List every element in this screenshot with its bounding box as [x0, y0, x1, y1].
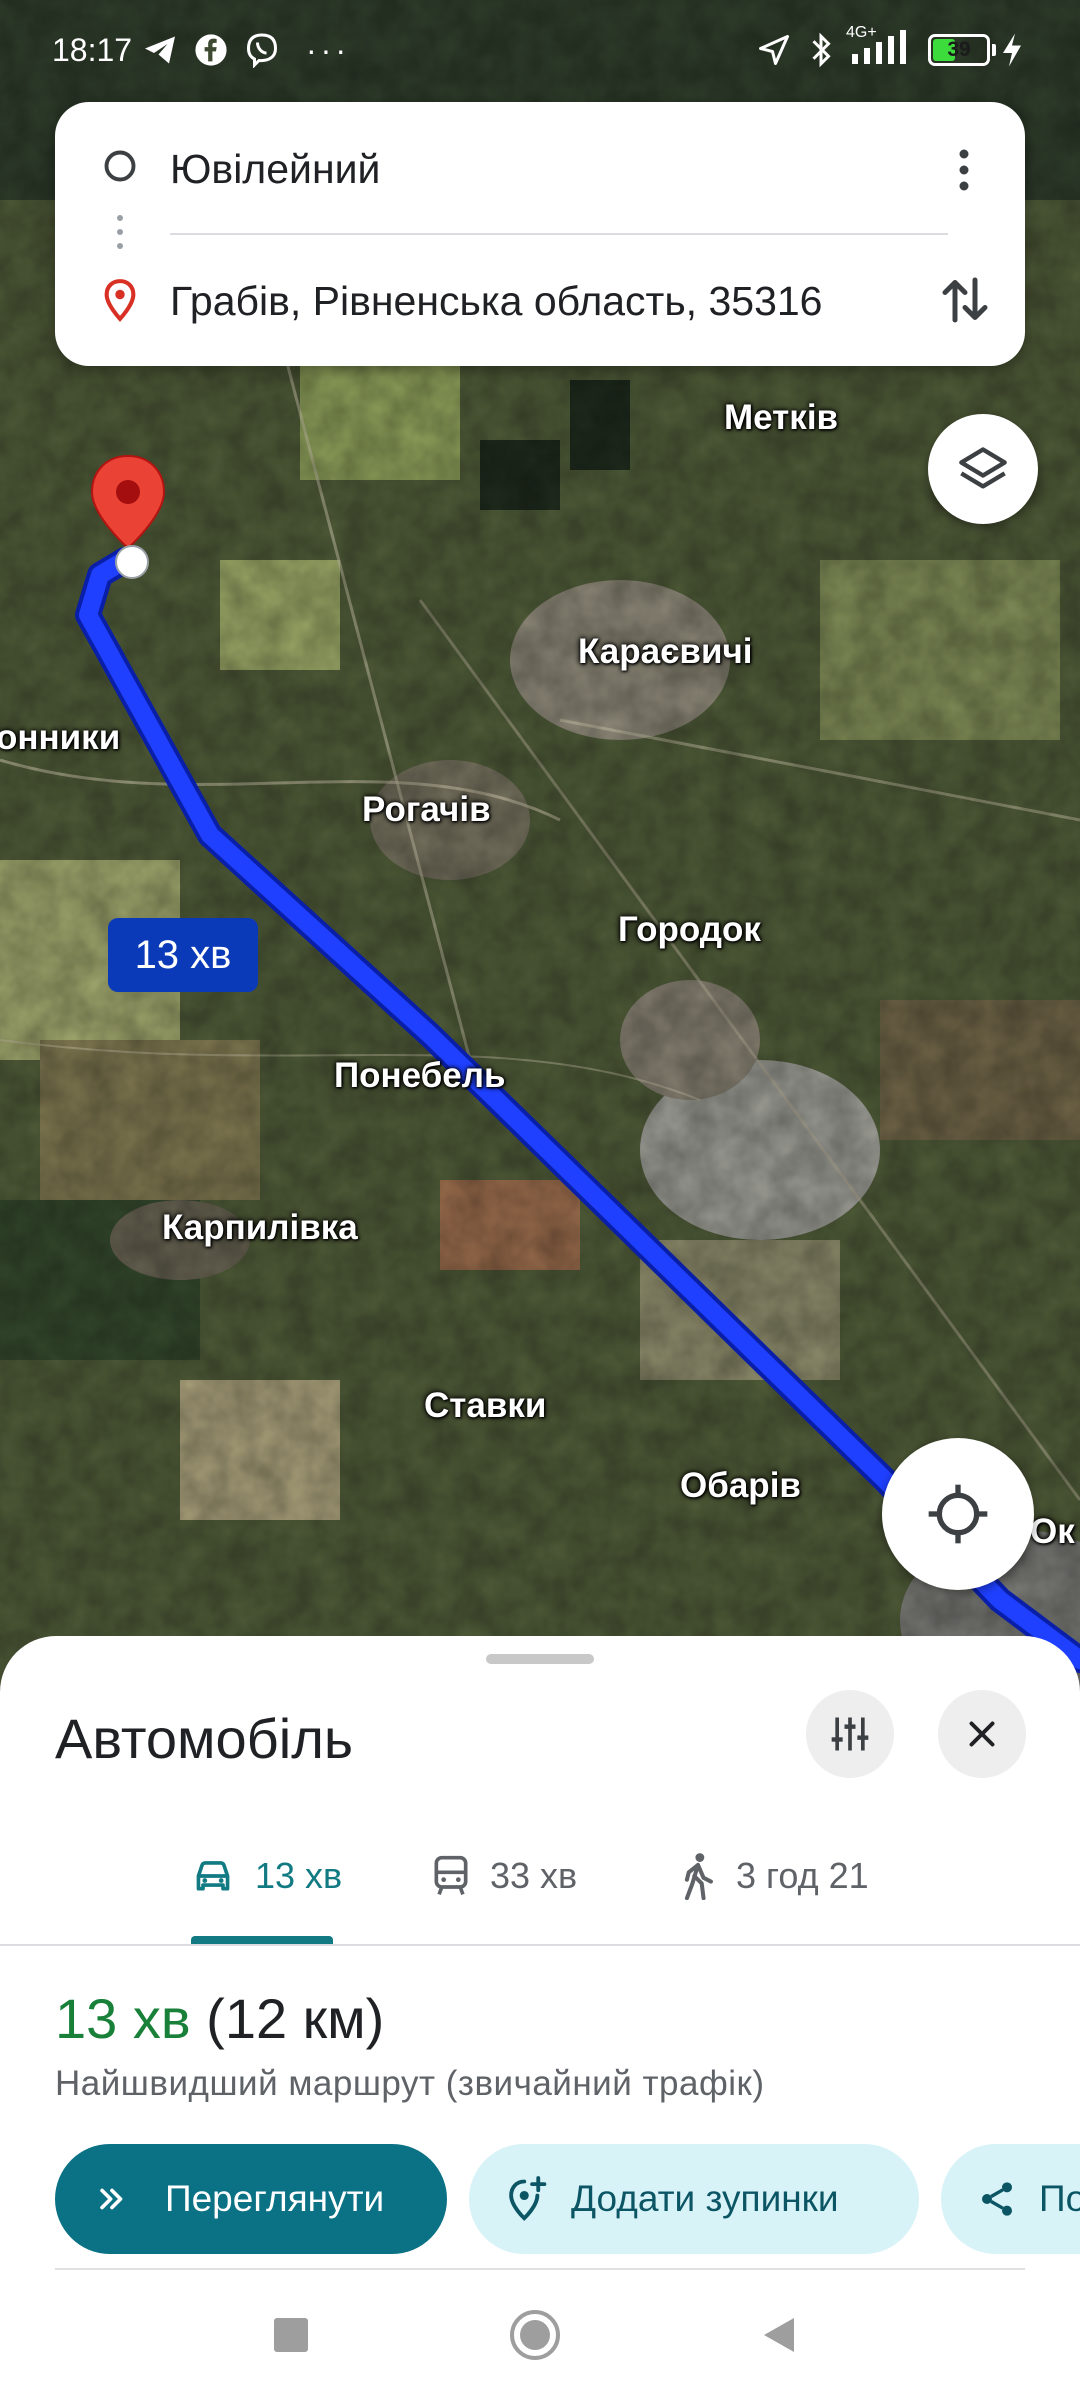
recents-button[interactable] — [274, 2318, 308, 2352]
telegram-icon — [142, 30, 178, 70]
more-dots-icon: ··· — [306, 31, 350, 68]
preview-button[interactable]: Переглянути — [55, 2144, 447, 2254]
tab-transit-label: 33 хв — [490, 1855, 578, 1896]
map-label-ponebel: Понебель — [334, 1056, 506, 1095]
share-icon — [982, 2182, 1012, 2216]
car-icon — [196, 1861, 230, 1891]
battery-level: 39 — [947, 38, 971, 61]
map-label-rohachiv: Рогачів — [362, 790, 491, 829]
map-label-karaievychi: Караєвичі — [578, 632, 753, 671]
layers-icon — [959, 447, 1007, 489]
home-button[interactable] — [508, 2308, 562, 2362]
overflow-menu-icon[interactable] — [956, 146, 972, 194]
tab-driving[interactable]: 13 хв — [191, 1841, 342, 1911]
map-label-karpylivka: Карпилівка — [162, 1208, 358, 1247]
battery-icon: 39 — [928, 30, 996, 70]
field-divider — [170, 233, 948, 235]
tab-transit[interactable]: 33 хв — [432, 1841, 577, 1911]
route-duration: 13 хв — [55, 1987, 191, 2050]
back-button[interactable] — [758, 2314, 798, 2356]
close-button[interactable] — [938, 1690, 1026, 1778]
system-navigation-bar — [0, 2270, 1080, 2400]
transit-icon — [434, 1855, 468, 1895]
route-description: Найшвидший маршрут (звичайний трафік) — [55, 2064, 765, 2103]
map-label-stavky: Ставки — [424, 1386, 547, 1425]
map-label-onnyky: онники — [0, 718, 121, 757]
sliders-icon — [831, 1717, 869, 1751]
double-chevron-right-icon — [100, 2188, 123, 2210]
sheet-title: Автомобіль — [55, 1707, 354, 1770]
walk-icon — [684, 1853, 713, 1900]
my-location-button[interactable] — [882, 1438, 1034, 1590]
route-distance: (12 км) — [206, 1987, 385, 2050]
directions-card: Ювілейний Грабів, Рівненська область, 35… — [55, 102, 1025, 366]
origin-field[interactable]: Ювілейний — [170, 146, 380, 193]
location-arrow-icon — [756, 30, 792, 70]
route-time-badge[interactable]: 13 хв — [108, 918, 258, 992]
origin-circle-icon — [104, 150, 136, 182]
tab-walking[interactable]: 3 год 21 — [680, 1841, 869, 1911]
sheet-drag-handle[interactable] — [486, 1654, 594, 1664]
map-label-ok: Ок — [1030, 1512, 1075, 1551]
facebook-icon — [194, 30, 228, 70]
status-bar: 18:17 ··· 4G+ 39 — [0, 0, 1080, 100]
destination-pin-icon[interactable] — [88, 452, 168, 582]
charging-icon — [1000, 30, 1024, 70]
destination-field[interactable]: Грабів, Рівненська область, 35316 — [170, 278, 822, 325]
tab-driving-label: 13 хв — [255, 1855, 343, 1896]
tabs-divider — [0, 1944, 1080, 1946]
add-stops-button-label: Додати зупинки — [571, 2178, 839, 2219]
share-button[interactable]: По — [941, 2144, 1080, 2254]
signal-icon: 4G+ — [846, 24, 916, 66]
add-stops-button[interactable]: Додати зупинки — [469, 2144, 919, 2254]
viber-icon — [244, 30, 280, 70]
route-options-button[interactable] — [806, 1690, 894, 1778]
add-location-icon — [509, 2176, 547, 2221]
status-time: 18:17 — [52, 32, 133, 68]
route-summary: 13 хв (12 км) — [55, 1986, 384, 2051]
preview-button-label: Переглянути — [165, 2178, 385, 2219]
map-label-horodok: Городок — [618, 910, 761, 949]
route-dots-icon — [117, 215, 123, 249]
close-icon — [969, 1721, 995, 1747]
active-tab-indicator — [191, 1936, 333, 1944]
tab-walking-label: 3 год 21 — [736, 1855, 869, 1896]
layers-button[interactable] — [928, 414, 1038, 524]
map-label-metkiv: Метків — [724, 398, 839, 437]
bluetooth-icon — [806, 30, 836, 70]
swap-directions-icon[interactable] — [935, 270, 995, 330]
map-label-obariv: Обарів — [680, 1466, 801, 1505]
share-button-label: По — [1039, 2178, 1080, 2219]
crosshair-icon — [928, 1484, 988, 1544]
destination-marker-icon — [104, 279, 136, 322]
